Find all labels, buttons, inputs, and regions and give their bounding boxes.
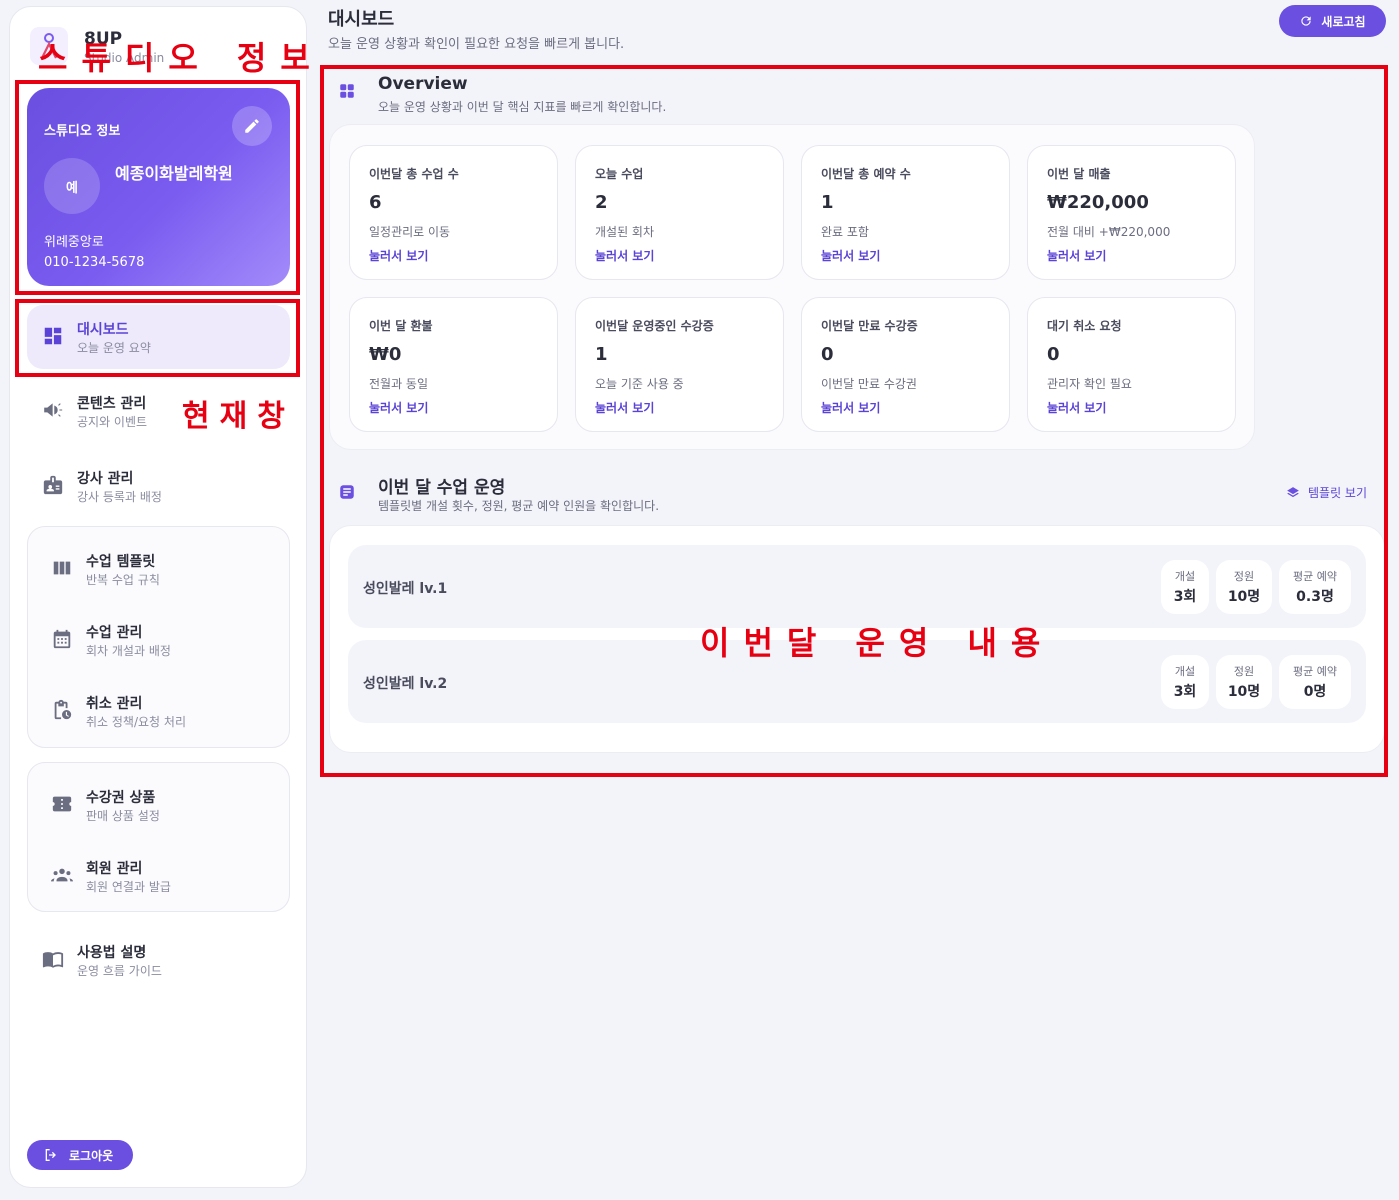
sidebar-item-subtitle: 취소 정책/요청 처리 — [86, 715, 186, 729]
sidebar-item-title: 사용법 설명 — [77, 945, 147, 961]
megaphone-icon — [42, 399, 64, 421]
refresh-icon — [1301, 16, 1312, 26]
sidebar-item-subtitle: 공지와 이벤트 — [77, 415, 148, 429]
sidebar-item-title: 수업 관리 — [86, 625, 143, 641]
logout-icon — [45, 1149, 56, 1161]
sidebar-item-subtitle: 회차 개설과 배정 — [86, 644, 171, 658]
nav-group-members: 수강권 상품 판매 상품 설정 회원 관리 회원 연결과 발급 — [27, 762, 290, 912]
sidebar-item-title: 수강권 상품 — [86, 790, 156, 806]
logout-button[interactable]: 로그아웃 — [27, 1140, 133, 1170]
page-subtitle: 오늘 운영 상황과 확인이 필요한 요청을 빠르게 봅니다. — [328, 37, 625, 52]
sidebar-item-member[interactable]: 회원 관리 회원 연결과 발급 — [36, 844, 281, 908]
nav-group-lessons: 수업 템플릿 반복 수업 규칙 수업 관리 회차 개설과 배정 취소 관리 취소… — [27, 526, 290, 748]
annotation-label-studio-info: 스튜디오 정보 — [38, 39, 324, 77]
annotation-box-current-window — [15, 299, 300, 377]
logout-label: 로그아웃 — [69, 1148, 114, 1163]
clipboard-clock-icon — [51, 699, 73, 721]
annotation-box-studio-info — [15, 80, 300, 295]
refresh-button[interactable]: 새로고침 — [1279, 5, 1386, 37]
sidebar-item-title: 콘텐츠 관리 — [77, 396, 147, 412]
sidebar-item-lesson[interactable]: 수업 관리 회차 개설과 배정 — [36, 608, 281, 672]
badge-icon — [42, 474, 64, 496]
ticket-icon — [51, 793, 73, 815]
sidebar-item-guide[interactable]: 사용법 설명 운영 흐름 가이드 — [27, 928, 290, 992]
annotation-label-current-window: 현재창 — [182, 399, 295, 434]
sidebar-item-subtitle: 반복 수업 규칙 — [86, 573, 160, 587]
sidebar-item-subtitle: 운영 흐름 가이드 — [77, 964, 162, 978]
sidebar-item-template[interactable]: 수업 템플릿 반복 수업 규칙 — [36, 537, 281, 601]
refresh-label: 새로고침 — [1321, 14, 1366, 29]
sidebar-item-title: 수업 템플릿 — [86, 554, 156, 570]
columns-icon — [51, 557, 73, 579]
annotation-label-monthly-ops: 이번달 운영 내용 — [700, 624, 1055, 662]
sidebar-item-cancel[interactable]: 취소 관리 취소 정책/요청 처리 — [36, 679, 281, 743]
sidebar-item-subtitle: 판매 상품 설정 — [86, 809, 160, 823]
sidebar-item-title: 취소 관리 — [86, 696, 143, 712]
sidebar-item-subtitle: 회원 연결과 발급 — [86, 880, 171, 894]
sidebar-item-title: 강사 관리 — [77, 471, 134, 487]
page-title: 대시보드 — [328, 9, 395, 30]
calendar-icon — [51, 628, 73, 650]
book-icon — [42, 948, 64, 970]
group-icon — [51, 864, 73, 886]
sidebar-item-instructor[interactable]: 강사 관리 강사 등록과 배정 — [27, 454, 290, 518]
annotation-box-monthly-ops — [320, 65, 1388, 777]
sidebar-item-subtitle: 강사 등록과 배정 — [77, 490, 162, 504]
sidebar-item-title: 회원 관리 — [86, 861, 143, 877]
sidebar-item-pass[interactable]: 수강권 상품 판매 상품 설정 — [36, 773, 281, 837]
